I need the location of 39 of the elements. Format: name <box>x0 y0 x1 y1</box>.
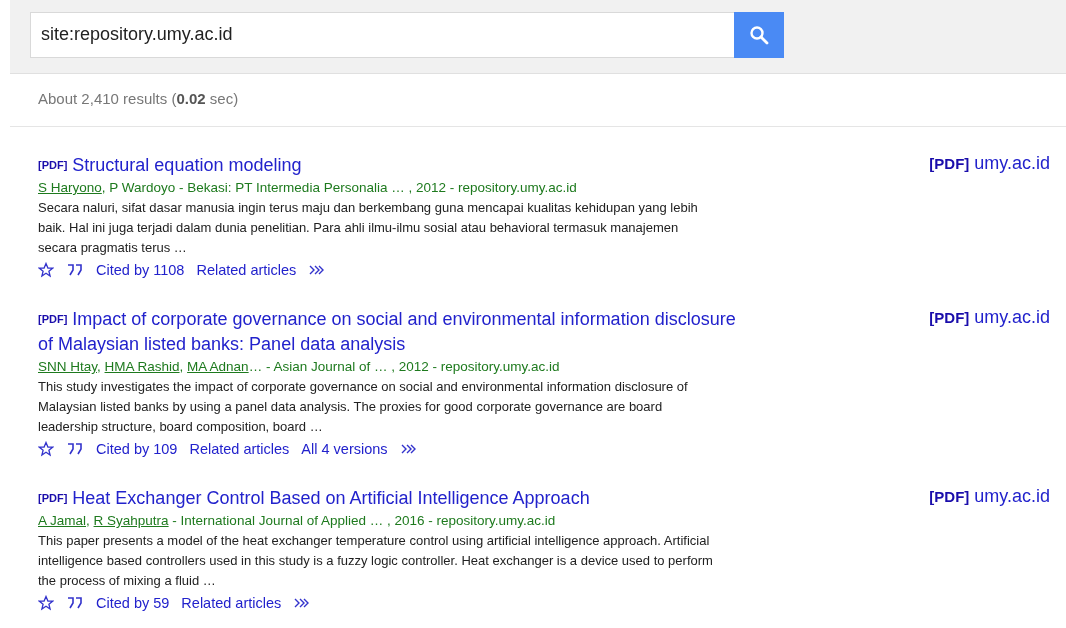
result-title[interactable]: $^{[PDF]}$ Heat Exchanger Control Based on Artificial Intelligence Approach <box>38 486 748 511</box>
action-link[interactable]: All 4 versions <box>301 438 388 460</box>
byline-text: , <box>97 359 102 374</box>
action-link[interactable]: Related articles <box>189 438 290 460</box>
pdf-link[interactable]: [PDF] umy.ac.id <box>929 153 1050 174</box>
more-icon[interactable] <box>399 443 418 455</box>
pdf-link[interactable]: [PDF] umy.ac.id <box>929 486 1050 507</box>
action-link[interactable]: Cited by 1108 <box>96 259 185 281</box>
quote-icon[interactable] <box>66 442 84 456</box>
search-field[interactable]: site:repository.umy.ac.id <box>30 11 734 58</box>
action-link[interactable]: Related articles <box>181 592 282 614</box>
author-link[interactable]: A Jamal <box>38 513 87 528</box>
result-snippet: This study investigates the impact of corporate governance on social and environmental information disclosure of Malaysian listed banks by using a panel data analysis. The proxies for good corporate governance are board leadership structure, board composition, board … <box>38 378 689 436</box>
byline-text: … - Asian Journal of … , 2012 - repository.umy.ac.id <box>248 359 560 374</box>
action-link[interactable]: Cited by 109 <box>96 438 178 460</box>
star-icon[interactable] <box>38 441 54 457</box>
author-link[interactable]: SNN Htay <box>38 359 97 374</box>
search-button[interactable] <box>734 11 784 58</box>
quote-icon[interactable] <box>66 596 84 610</box>
byline-text: - International Journal of Applied … , 2016 - repository.umy.ac.id <box>171 513 556 528</box>
result-title[interactable]: $^{[PDF]}$ Structural equation modeling <box>38 153 748 178</box>
author-link[interactable]: HMA Rashid <box>104 359 180 374</box>
quote-icon[interactable] <box>66 263 84 277</box>
star-icon[interactable] <box>38 262 54 278</box>
byline-text: , P Wardoyo - Bekasi: PT Intermedia Personalia … , 2012 - repository.umy.ac.id <box>101 180 577 195</box>
author-link[interactable]: S Haryono <box>38 180 102 195</box>
result-title[interactable]: $^{[PDF]}$ Impact of corporate governance on social and environmental information disclosure of Malaysian listed banks: Panel data analysis <box>38 307 748 357</box>
result-snippet: This paper presents a model of the heat exchanger temperature control using artificial intelligence approach. Artificial intelligence based controllers used in this study is a fuzzy logic controller. Heat exchanger is a device used to perform the process of mixing a fluid … <box>38 532 713 590</box>
search-icon <box>749 24 769 45</box>
result-snippet: Secara naluri, sifat dasar manusia ingin terus maju dan berkembang guna mencapai kualitas kehidupan yang lebih baik. Hal ini juga terjadi dalam dunia penelitian. Para ahli ilmu-ilmu sosial atau behavioral termasuk manajemen secara pragmatis terus … <box>38 199 699 257</box>
author-link[interactable]: MA Adnan <box>187 359 249 374</box>
pdf-link[interactable]: [PDF] umy.ac.id <box>929 307 1050 328</box>
author-link[interactable]: R Syahputra <box>93 513 169 528</box>
star-icon[interactable] <box>38 595 54 611</box>
byline-text: , <box>179 359 185 374</box>
action-link[interactable]: Cited by 59 <box>96 592 170 614</box>
byline-text: , <box>86 513 91 528</box>
results-count: About 2,410 results (0.02 sec) <box>37 89 240 109</box>
action-link[interactable]: Related articles <box>196 259 297 281</box>
